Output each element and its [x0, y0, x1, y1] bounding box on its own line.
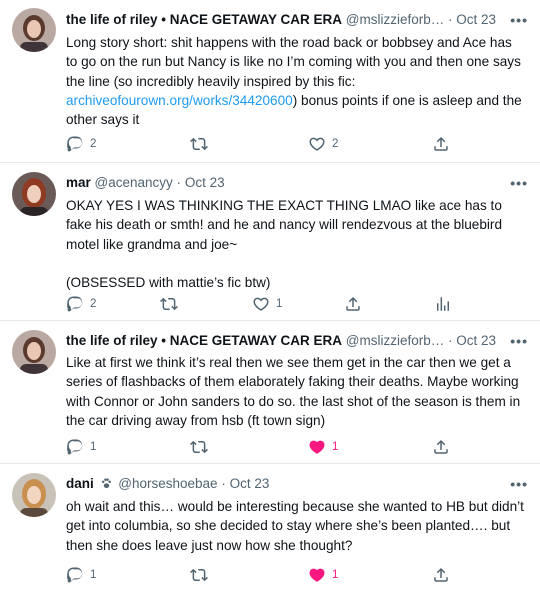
- avatar[interactable]: [12, 8, 56, 52]
- like-button[interactable]: 1: [252, 294, 282, 314]
- more-icon[interactable]: •••: [510, 474, 528, 494]
- tweet-text: oh wait and this… would be interesting b…: [66, 499, 528, 553]
- like-button[interactable]: 2: [308, 134, 338, 154]
- reply-count: 1: [90, 569, 97, 581]
- retweet-icon: [190, 135, 208, 153]
- analytics-icon: [434, 295, 452, 313]
- analytics-button[interactable]: [434, 294, 452, 314]
- display-name[interactable]: dani: [66, 476, 94, 491]
- tweet-1[interactable]: the life of riley • NACE GETAWAY CAR ERA…: [0, 0, 540, 163]
- share-button[interactable]: [344, 294, 362, 314]
- retweet-icon: [190, 438, 208, 456]
- paw-icon: [100, 476, 113, 496]
- reply-count: 2: [90, 298, 97, 310]
- retweet-button[interactable]: [160, 294, 184, 314]
- username[interactable]: @acenancyy: [95, 175, 173, 190]
- reply-icon: [66, 566, 84, 584]
- more-icon[interactable]: •••: [510, 331, 528, 351]
- avatar[interactable]: [12, 330, 56, 374]
- reply-count: 2: [90, 138, 97, 150]
- like-icon: [252, 295, 270, 313]
- share-icon: [432, 566, 450, 584]
- share-icon: [432, 135, 450, 153]
- action-bar: 1 1: [66, 437, 528, 457]
- timestamp[interactable]: Oct 23: [230, 476, 270, 491]
- tweet-link[interactable]: archiveofourown.org/works/34420600: [66, 93, 293, 108]
- like-icon: [308, 135, 326, 153]
- tweet-header: the life of riley • NACE GETAWAY CAR ERA…: [66, 10, 528, 30]
- share-button[interactable]: [432, 134, 450, 154]
- tweet-4[interactable]: dani @horseshoebae · Oct 23 ••• oh wait …: [0, 464, 540, 594]
- timestamp[interactable]: Oct 23: [456, 12, 496, 27]
- tweet-header: the life of riley • NACE GETAWAY CAR ERA…: [66, 331, 528, 351]
- reply-icon: [66, 135, 84, 153]
- reply-count: 1: [90, 441, 97, 453]
- avatar[interactable]: [12, 473, 56, 517]
- share-button[interactable]: [432, 565, 450, 585]
- timestamp[interactable]: Oct 23: [185, 175, 225, 190]
- share-button[interactable]: [432, 437, 450, 457]
- tweet-3[interactable]: the life of riley • NACE GETAWAY CAR ERA…: [0, 321, 540, 464]
- retweet-button[interactable]: [190, 565, 214, 585]
- display-name[interactable]: mar: [66, 175, 91, 190]
- tweet-text: Long story short: shit happens with the …: [66, 33, 524, 129]
- separator: ·: [448, 12, 453, 27]
- like-count: 1: [332, 441, 339, 453]
- retweet-button[interactable]: [190, 437, 214, 457]
- username[interactable]: @mslizzieforb…: [346, 333, 444, 348]
- tweet-2[interactable]: mar @acenancyy · Oct 23 ••• OKAY YES I W…: [0, 163, 540, 321]
- like-count: 1: [276, 298, 283, 310]
- reply-button[interactable]: 1: [66, 437, 96, 457]
- retweet-icon: [190, 566, 208, 584]
- like-button[interactable]: 1: [308, 437, 338, 457]
- more-icon[interactable]: •••: [510, 10, 528, 30]
- reply-icon: [66, 438, 84, 456]
- action-bar: 1 1: [66, 565, 528, 585]
- avatar[interactable]: [12, 172, 56, 216]
- reply-button[interactable]: 1: [66, 565, 96, 585]
- tweet-header: dani @horseshoebae · Oct 23: [66, 474, 528, 494]
- reply-button[interactable]: 2: [66, 134, 96, 154]
- share-icon: [344, 295, 362, 313]
- tweet-text: Like at first we think it’s real then we…: [66, 355, 524, 428]
- username[interactable]: @horseshoebae: [118, 476, 217, 491]
- retweet-button[interactable]: [190, 134, 214, 154]
- like-icon: [308, 438, 326, 456]
- separator: ·: [221, 476, 226, 491]
- retweet-icon: [160, 295, 178, 313]
- reply-icon: [66, 295, 84, 313]
- username[interactable]: @mslizzieforb…: [346, 12, 444, 27]
- action-bar: 2 1: [66, 294, 528, 314]
- share-icon: [432, 438, 450, 456]
- display-name[interactable]: the life of riley • NACE GETAWAY CAR ERA: [66, 12, 342, 27]
- separator: ·: [448, 333, 453, 348]
- like-count: 1: [332, 569, 339, 581]
- tweet-header: mar @acenancyy · Oct 23: [66, 173, 528, 193]
- tweet-text: OKAY YES I WAS THINKING THE EXACT THING …: [66, 198, 503, 291]
- timestamp[interactable]: Oct 23: [456, 333, 496, 348]
- separator: ·: [176, 175, 182, 190]
- action-bar: 2 2: [66, 134, 528, 154]
- like-count: 2: [332, 138, 339, 150]
- more-icon[interactable]: •••: [510, 173, 528, 193]
- like-button[interactable]: 1: [308, 565, 338, 585]
- tweet-text-before: Long story short: shit happens with the …: [66, 35, 525, 89]
- display-name[interactable]: the life of riley • NACE GETAWAY CAR ERA: [66, 333, 342, 348]
- like-icon: [308, 566, 326, 584]
- reply-button[interactable]: 2: [66, 294, 96, 314]
